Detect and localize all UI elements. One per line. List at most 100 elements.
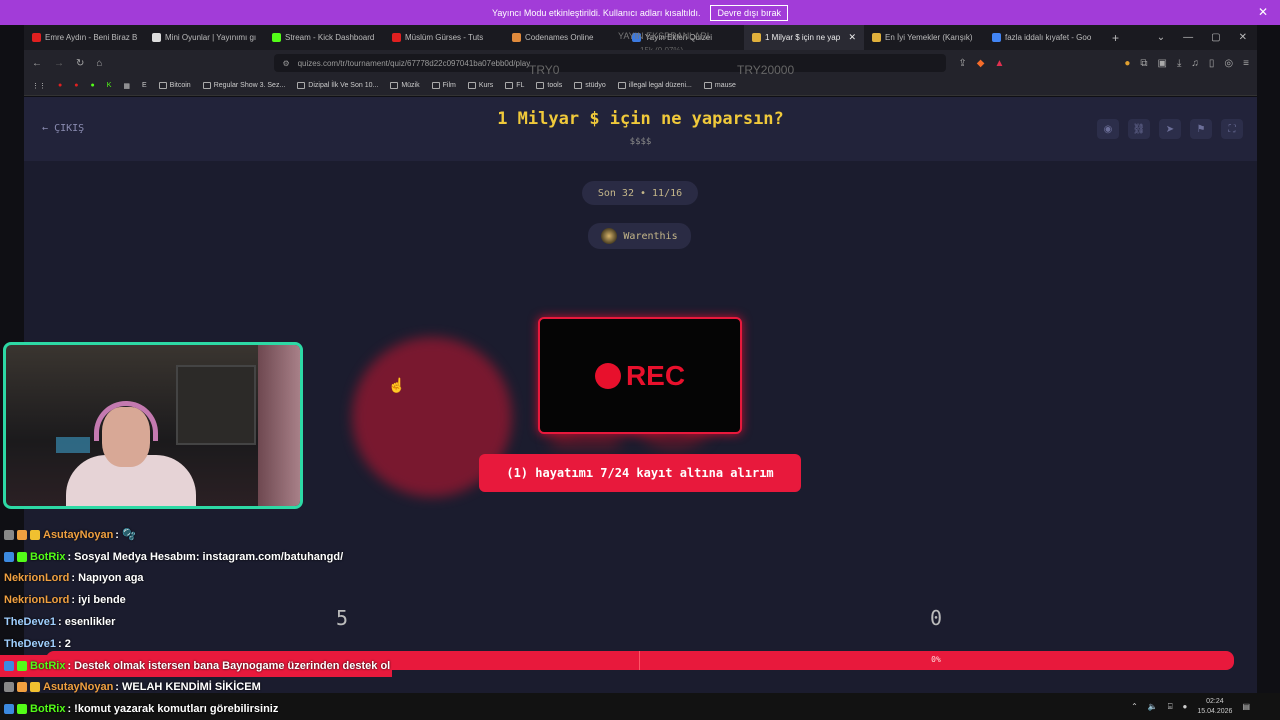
bookmark-label: tools [547,82,563,89]
apps-icon[interactable]: ⋮⋮ [32,82,46,90]
flag-icon[interactable]: ⚑ [1190,119,1212,139]
tab-search-icon[interactable]: ⌄ [1157,32,1165,43]
mic-icon[interactable]: ● [1183,702,1188,711]
minimize-icon[interactable]: — [1183,32,1193,43]
extension-icon[interactable]: ● [1124,58,1130,69]
browser-tab[interactable]: Emre Aydın - Beni Biraz B [24,25,144,50]
chat-username[interactable]: TheDeve1 [4,638,56,650]
close-icon[interactable]: ✕ [1258,5,1268,19]
forward-icon[interactable]: → [54,58,64,69]
tab-close-icon[interactable]: ✕ [848,32,856,43]
vpn-icon[interactable]: ◎ [1224,58,1233,69]
answer-button[interactable]: (1) hayatımı 7/24 kayıt altına alırım [479,454,801,492]
brave-shield-icon[interactable]: ◆ [977,58,985,69]
option-image[interactable]: REC [538,317,742,434]
chat-username[interactable]: BotRix [30,660,65,672]
link-icon[interactable]: ⛓ [1128,119,1150,139]
bookmark-item[interactable]: stüdyo [574,82,606,89]
send-icon[interactable]: ➤ [1159,119,1181,139]
bookmark-item[interactable]: mause [703,82,736,89]
chat-text: : iyi bende [71,594,126,607]
folder-icon [505,82,514,89]
bookmark-item[interactable]: Bitcoin [158,82,191,89]
folder-icon [390,82,399,89]
chevron-up-icon[interactable]: ⌃ [1131,702,1138,711]
folder-icon [574,82,583,89]
system-clock[interactable]: 02:24 15.04.2026 [1197,697,1232,717]
back-icon[interactable]: ← [32,58,42,69]
browser-tab[interactable]: fazla iddalı kıyafet - Goo [984,25,1104,50]
screenshot-icon[interactable]: ▣ [1158,58,1167,69]
youtube-icon[interactable]: ● [58,82,62,89]
chat-username[interactable]: BotRix [30,703,65,715]
folder-icon [536,82,545,89]
menu-icon[interactable]: ≡ [1243,58,1249,69]
bookmark-label: illegal legal düzeni... [628,82,692,89]
bookmark-item[interactable]: Kurs [467,82,494,89]
site-info-icon[interactable]: ⚙ [282,59,289,68]
fullscreen-icon[interactable]: ⛶ [1221,119,1243,139]
url-input[interactable]: ⚙ quizes.com/tr/tournament/quiz/67778d22… [274,54,947,72]
browser-tab[interactable]: Mini Oyunlar | Yayınımı gı [144,25,264,50]
overlay-label: YAYIN EKSPRANLARI [618,31,710,41]
bot-badge-icon [17,660,27,671]
sidebar-icon[interactable]: ▯ [1209,58,1215,69]
bookmark-item[interactable]: Müzik [390,82,420,89]
maximize-icon[interactable]: ▢ [1211,32,1220,43]
tab-title: fazla iddalı kıyafet - Goo [1005,33,1092,42]
browser-tab[interactable]: Stream - Kick Dashboard [264,25,384,50]
browser-tab[interactable]: Müslüm Gürses - Tuts [384,25,504,50]
kick-icon-2[interactable]: K [107,82,112,89]
rewards-icon[interactable]: ▲ [994,58,1004,69]
new-tab-icon[interactable]: + [1104,31,1127,45]
bookmark-icon-2[interactable]: E [142,82,147,89]
download-icon[interactable]: ⤓ [1177,58,1181,69]
bookmark-label: Kurs [478,82,494,89]
browser-tab[interactable]: 1 Milyar $ için ne yap ✕ [744,25,864,50]
kick-icon[interactable]: ● [90,82,94,89]
bookmark-item[interactable]: Regular Show 3. Sez... [202,82,286,89]
chat-username[interactable]: AsutayNoyan [43,681,113,693]
folder-icon [617,82,626,89]
tab-favicon-icon [392,33,401,42]
bookmark-label: mause [714,82,736,89]
overlay-left-value: TRY0 [529,63,560,77]
window-close-icon[interactable]: ✕ [1239,32,1247,43]
bookmark-item[interactable]: Dizipal İlk Ve Son 10... [297,82,378,89]
disable-streamer-mode-button[interactable]: Devre dışı bırak [710,4,788,21]
folder-icon [431,82,440,89]
eye-icon[interactable]: ◉ [1097,119,1119,139]
webcam-overlay [3,342,303,509]
browser-tab[interactable]: En İyi Yemekler (Karışık) [864,25,984,50]
chat-username[interactable]: AsutayNoyan [43,529,113,541]
tab-favicon-icon [992,33,1001,42]
chat-username[interactable]: BotRix [30,551,65,563]
browser-tab[interactable]: Codenames Online [504,25,624,50]
tab-title: Stream - Kick Dashboard [285,33,375,42]
share-icon[interactable]: ⇪ [958,58,966,69]
notification-icon[interactable]: ▤ [1242,702,1250,711]
bookmark-item[interactable]: FL [505,82,524,89]
home-icon[interactable]: ⌂ [96,58,102,69]
curtain [258,345,300,506]
player-badge: Warenthis [588,223,691,249]
tab-title: Mini Oyunlar | Yayınımı gı [165,33,257,42]
tab-title: Codenames Online [525,33,594,42]
bookmark-icon[interactable]: ▦ [123,82,130,90]
score-right: 0 [930,606,943,630]
chat-username[interactable]: NekrionLord [4,572,69,584]
chat-username[interactable]: NekrionLord [4,594,69,606]
reload-icon[interactable]: ↻ [76,58,84,69]
network-icon[interactable]: ⌸ [1168,702,1173,712]
folder-icon [703,82,712,89]
music-icon[interactable]: ♫ [1191,58,1199,69]
bookmark-label: stüdyo [585,82,606,89]
youtube-icon-2[interactable]: ● [74,82,78,89]
volume-icon[interactable]: 🔈 [1148,702,1158,711]
bookmark-item[interactable]: Film [431,82,456,89]
extensions-icon[interactable]: ⧉ [1140,58,1147,69]
bookmark-label: Regular Show 3. Sez... [213,82,286,89]
bookmark-item[interactable]: illegal legal düzeni... [617,82,692,89]
bookmark-item[interactable]: tools [536,82,562,89]
chat-username[interactable]: TheDeve1 [4,616,56,628]
